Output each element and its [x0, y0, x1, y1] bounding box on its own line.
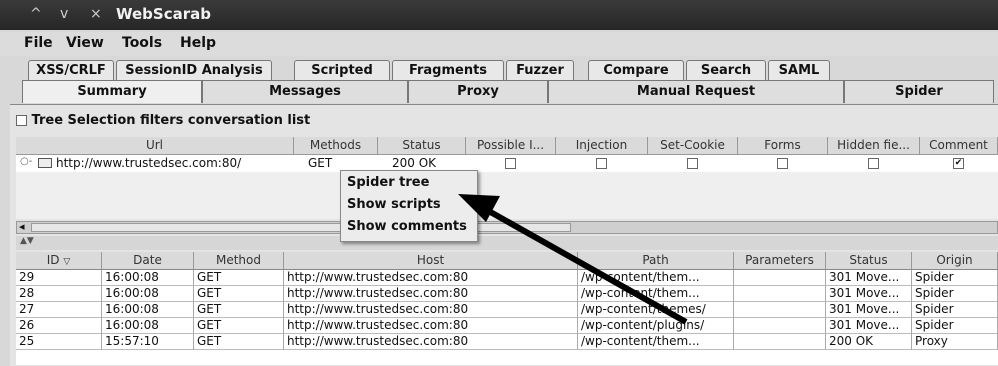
annotation-arrow-icon	[458, 194, 688, 325]
